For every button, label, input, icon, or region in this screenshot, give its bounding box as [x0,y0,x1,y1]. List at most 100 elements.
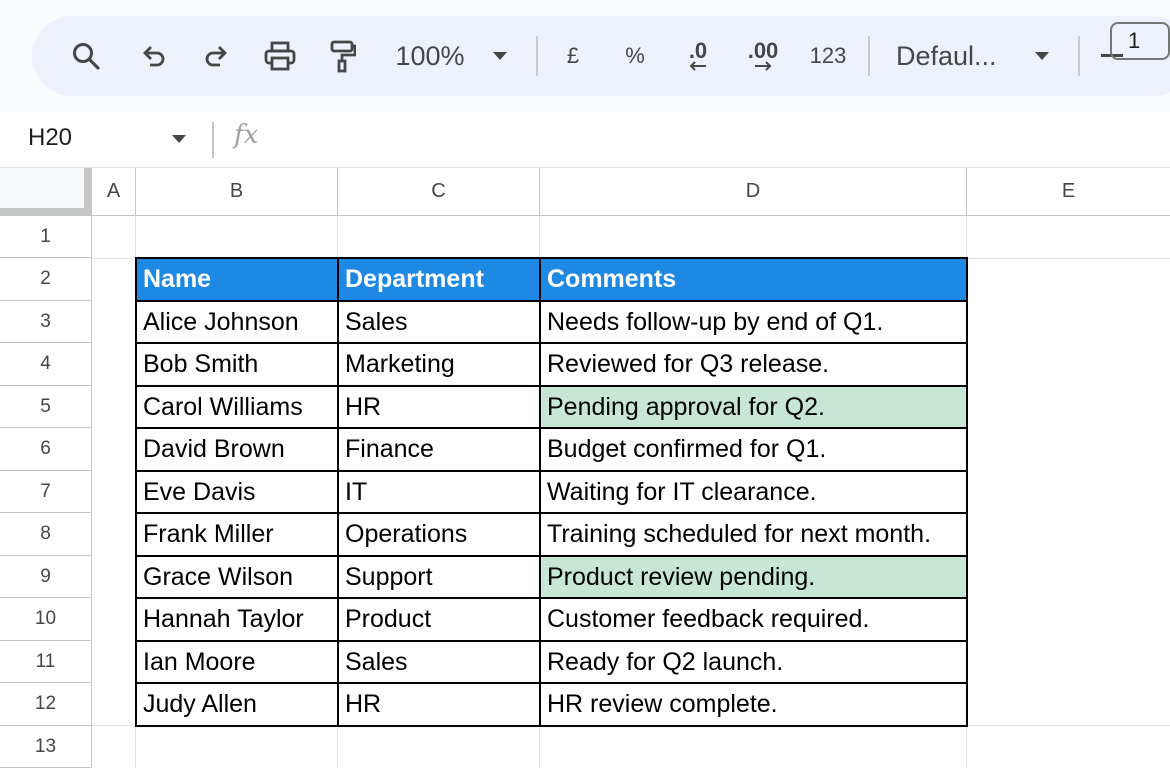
name-box[interactable]: H20 [28,124,72,152]
row-label: 9 [40,565,51,587]
row-header[interactable]: 8 [0,513,92,556]
table-cell-comments[interactable]: Customer feedback required. [540,598,967,641]
table-cell-comments[interactable]: Product review pending. [540,556,967,598]
table-cell-comments[interactable]: Waiting for IT clearance. [540,471,967,513]
row-header[interactable]: 10 [0,598,92,641]
row-label: 7 [40,480,51,502]
toolbar-area: 100% £ % .0 .00 123 Defaul... 1 [0,0,1170,112]
table-cell-department[interactable]: Sales [338,641,540,683]
table-cell-comments[interactable]: Budget confirmed for Q1. [540,428,967,471]
number-format-button[interactable]: 123 [804,16,852,96]
table-border-horizontal [135,427,968,429]
row-header[interactable]: 3 [0,301,92,343]
increase-decimal-button[interactable]: .00 [738,16,788,96]
table-cell-name[interactable]: Judy Allen [136,683,338,726]
column-label: C [431,180,446,202]
column-header-c[interactable]: C [338,168,540,216]
table-cell-name[interactable]: Hannah Taylor [136,598,338,641]
fx-label: fx [234,120,259,150]
row-header[interactable]: 9 [0,556,92,598]
row-header[interactable]: 12 [0,683,92,726]
paint-format-icon[interactable] [324,16,360,96]
table-cell-department[interactable]: HR [338,386,540,428]
fx-icon: fx [234,120,258,150]
table-border-horizontal [135,640,968,642]
table-cell-department[interactable]: Product [338,598,540,641]
cell-reference: H20 [28,124,73,151]
row-header[interactable]: 5 [0,386,92,428]
table-cell-department[interactable]: Operations [338,513,540,556]
row-header[interactable]: 4 [0,343,92,386]
table-cell-name[interactable]: Grace Wilson [136,556,338,598]
table-cell-name[interactable]: Frank Miller [136,513,338,556]
header-cell-comments[interactable]: Comments [540,258,967,301]
table-cell-comments[interactable]: Pending approval for Q2. [540,386,967,428]
arrow-right-icon [755,61,772,71]
number-format-label: 123 [809,43,847,68]
table-cell-department[interactable]: Sales [338,301,540,343]
table-cell-name[interactable]: Alice Johnson [136,301,338,343]
undo-icon[interactable] [136,16,172,96]
currency-button[interactable]: £ [558,16,588,96]
table-cell-department[interactable]: Support [338,556,540,598]
header-cell-department[interactable]: Department [338,258,540,301]
table-cell-department[interactable]: IT [338,471,540,513]
column-label: D [745,180,761,202]
column-header-b[interactable]: B [136,168,338,216]
table-border-horizontal [135,257,968,259]
freeze-handle-horizontal[interactable] [0,208,92,216]
table-cell-name[interactable]: David Brown [136,428,338,471]
table-cell-department[interactable]: Marketing [338,343,540,386]
table-cell-comments[interactable]: Training scheduled for next month. [540,513,967,556]
chevron-down-icon[interactable] [490,16,510,96]
decrease-decimal-button[interactable]: .0 [676,16,720,96]
row-label: 1 [40,225,51,247]
zoom-select[interactable]: 100% [390,16,470,96]
search-icon[interactable] [68,16,104,96]
column-header-a[interactable]: A [92,168,136,216]
formula-bar-divider [212,122,214,158]
table-cell-name[interactable]: Bob Smith [136,343,338,386]
table-cell-comments[interactable]: Reviewed for Q3 release. [540,343,967,386]
row-label: 4 [40,353,51,374]
column-label: E [1061,180,1076,202]
print-icon[interactable] [260,16,300,96]
row-label: 11 [35,650,56,672]
column-header-e[interactable]: E [967,168,1170,216]
table-border-horizontal [135,512,968,514]
table-cell-comments[interactable]: Ready for Q2 launch. [540,641,967,683]
currency-label: £ [566,43,580,68]
toolbar: 100% £ % .0 .00 123 Defaul... [32,16,1170,96]
table-border-horizontal [135,555,968,557]
toolbar-divider [868,36,870,76]
column-header-d[interactable]: D [540,168,967,216]
spreadsheet-grid[interactable]: A B C D E 1 2 3 4 5 6 7 8 9 10 11 12 13 … [0,168,1170,768]
table-cell-department[interactable]: Finance [338,428,540,471]
chevron-down-icon[interactable] [1032,16,1052,96]
font-size-input[interactable]: 1 [1110,22,1170,60]
table-border-horizontal [135,342,968,344]
toolbar-divider [1078,36,1080,76]
table-cell-comments[interactable]: Needs follow-up by end of Q1. [540,301,967,343]
percent-button[interactable]: % [620,16,650,96]
chevron-down-icon[interactable] [172,135,186,143]
table-cell-department[interactable]: HR [338,683,540,726]
row-header[interactable]: 11 [0,641,92,683]
table-border-horizontal [135,597,968,599]
row-header[interactable]: 1 [0,216,92,258]
row-header[interactable]: 2 [0,258,92,301]
table-cell-name[interactable]: Carol Williams [136,386,338,428]
redo-icon[interactable] [198,16,234,96]
table-cell-comments[interactable]: HR review complete. [540,683,967,726]
toolbar-divider [536,36,538,76]
table-cell-name[interactable]: Ian Moore [136,641,338,683]
row-label: 12 [34,693,57,714]
row-label: 2 [40,268,51,289]
row-header[interactable]: 13 [0,726,92,768]
table-cell-name[interactable]: Eve Davis [136,471,338,513]
font-select[interactable]: Defaul... [896,16,1008,96]
table-border-horizontal [135,725,968,727]
row-header[interactable]: 6 [0,428,92,471]
row-header[interactable]: 7 [0,471,92,513]
header-cell-name[interactable]: Name [136,258,338,301]
